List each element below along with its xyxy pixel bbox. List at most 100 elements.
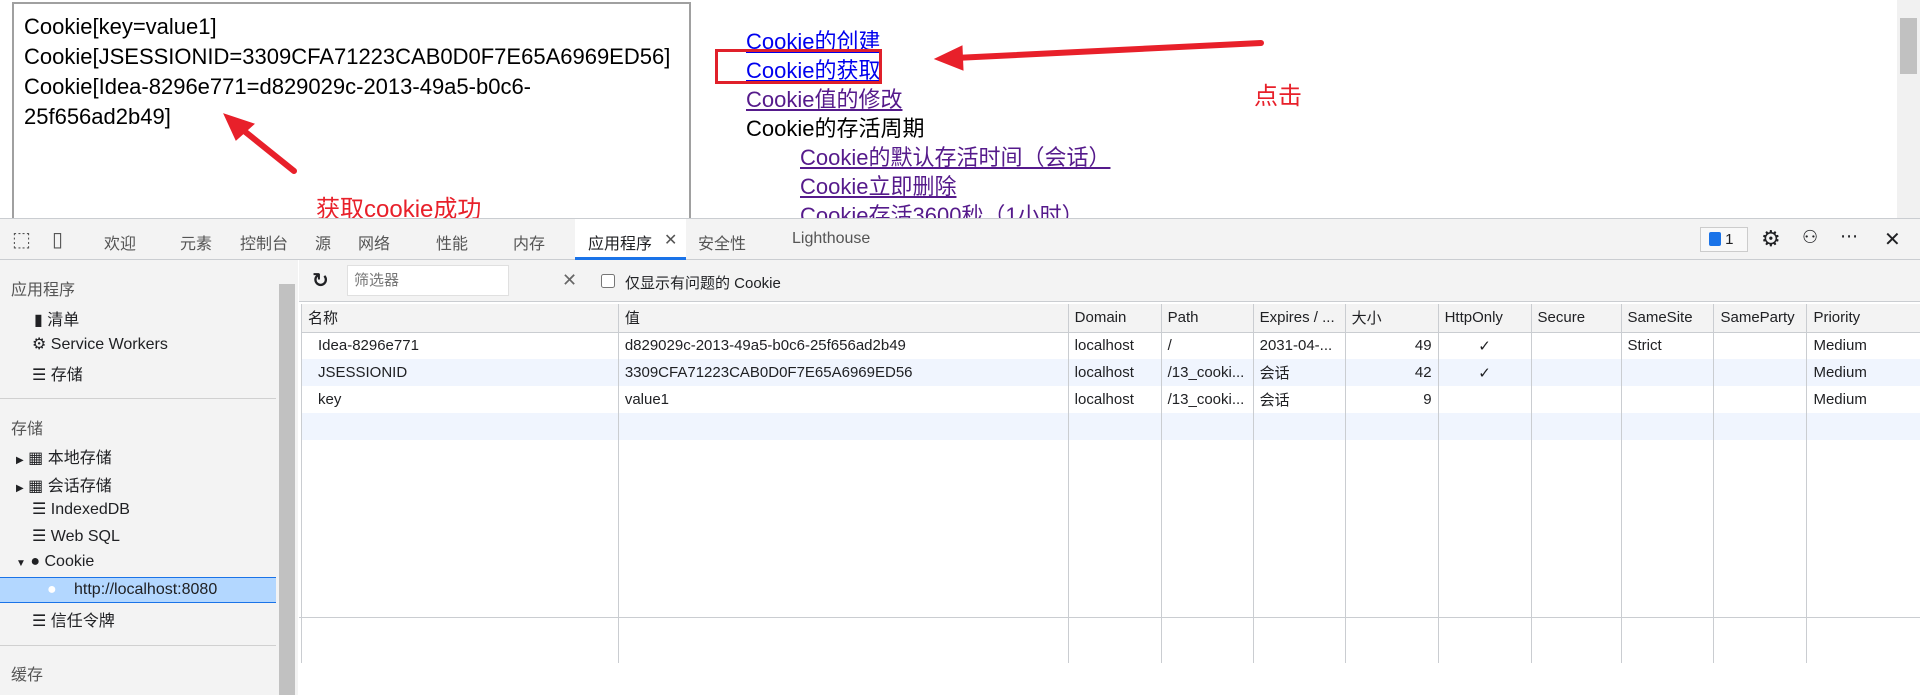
close-tab-icon[interactable]: ✕ [664, 230, 677, 250]
sidebar-item-manifest[interactable]: ▮ 清单 [34, 306, 79, 330]
section-header-application: 应用程序 [11, 282, 76, 299]
cookie-toolbar: ↻ ✕ 仅显示有问题的 Cookie [299, 260, 1920, 302]
table-grid-icon: ▦ [28, 478, 44, 495]
tab-lighthouse[interactable]: Lighthouse [792, 230, 870, 248]
column-header[interactable]: Priority [1806, 304, 1920, 333]
page-scrollbar-thumb[interactable] [1900, 18, 1917, 74]
table-cell [1530, 413, 1621, 440]
database-icon: ☰ [32, 613, 47, 630]
empty-row [301, 440, 1920, 663]
sidebar-item-indexeddb[interactable]: ☰ IndexedDB [32, 499, 130, 519]
table-cell: key [301, 386, 619, 413]
table-cell: d829029c-2013-49a5-b0c6-25f656ad2b49 [617, 332, 1069, 359]
table-header: 名称值 Domain Path Expires / ... 大小 HttpOnly Secu… [301, 304, 1920, 333]
tab-sources[interactable]: 源 [315, 230, 331, 254]
gear-icon: ⚙ [32, 336, 47, 353]
issues-icon [1709, 232, 1721, 246]
annotation-arrows [223, 40, 1264, 174]
table-cell [1344, 440, 1439, 663]
column-header[interactable]: HttpOnly [1437, 304, 1532, 333]
column-header[interactable]: 值 [617, 304, 1069, 333]
table-cell: / [1160, 332, 1254, 359]
sidebar-item-local-storage[interactable]: ▶ ▦ 本地存储 [16, 444, 112, 468]
column-header[interactable]: SameSite [1620, 304, 1714, 333]
tab-performance[interactable]: 性能 [436, 230, 468, 254]
table-cell [1437, 386, 1532, 413]
table-cell: /13_cooki... [1160, 386, 1254, 413]
sidebar-item-websql[interactable]: ☰ Web SQL [32, 526, 120, 546]
section-header-cache: 缓存 [11, 667, 44, 684]
issues-button[interactable]: 1 [1700, 227, 1748, 252]
table-cell [1530, 332, 1621, 359]
tab-network[interactable]: 网络 [358, 230, 390, 254]
arrow-icon [235, 123, 297, 174]
table-cell [1160, 413, 1254, 440]
refresh-icon[interactable]: ↻ [312, 268, 329, 293]
close-devtools-icon[interactable]: ✕ [1884, 227, 1901, 252]
table-cell [1437, 440, 1532, 663]
column-header[interactable]: SameParty [1713, 304, 1807, 333]
tab-welcome[interactable]: 欢迎 [104, 230, 136, 254]
table-cell: Medium [1806, 359, 1920, 386]
only-issues-label: 仅显示有问题的 Cookie [625, 275, 781, 292]
table-cell [617, 413, 1069, 440]
table-cell [1530, 359, 1621, 386]
device-toolbar-icon[interactable]: ▯ [52, 227, 63, 252]
table-cell: 2031-04-... [1252, 332, 1346, 359]
table-cell [1713, 413, 1807, 440]
tab-elements[interactable]: 元素 [180, 230, 212, 254]
table-row[interactable]: key value1 localhost/13_cooki... 会话 9 Medium [301, 386, 1920, 413]
table-cell [1067, 413, 1162, 440]
issues-count: 1 [1725, 231, 1734, 248]
sidebar-item-label: http://localhost:8080 [74, 581, 218, 598]
table-cell [1437, 413, 1532, 440]
tab-application[interactable]: 应用程序 [588, 230, 652, 254]
cookie-panel: ↻ ✕ 仅显示有问题的 Cookie 名称值DomainPathExpires … [299, 260, 1920, 695]
table-cell [617, 440, 1069, 663]
table-cell: 会话 [1252, 359, 1346, 386]
application-sidebar: 应用程序 ▮ 清单 ⚙ Service Workers ☰ 存储 存储 ▶ ▦ … [0, 260, 298, 695]
more-options-icon[interactable]: ⋯ [1840, 226, 1858, 247]
sidebar-item-label: Web SQL [50, 528, 120, 545]
sidebar-item-label: Cookie [44, 553, 95, 570]
cookie-icon: ● [47, 581, 57, 598]
tab-console[interactable]: 控制台 [240, 230, 288, 254]
sidebar-scrollbar-thumb[interactable] [279, 284, 295, 695]
customize-icon[interactable]: ⚇ [1802, 227, 1818, 248]
sidebar-item-cookie[interactable]: ▼ ● Cookie [16, 553, 94, 571]
arrowhead-icon [933, 45, 964, 71]
table-row[interactable]: Idea-8296e771 d829029c-2013-49a5-b0c6-25f… [301, 332, 1920, 359]
only-issues-checkbox[interactable] [601, 274, 615, 288]
inspect-icon[interactable]: ⬚ [12, 227, 31, 252]
column-header[interactable]: Path [1160, 304, 1254, 333]
column-header[interactable]: Domain [1067, 304, 1162, 333]
sidebar-item-cookie-origin[interactable]: ● http://localhost:8080 [0, 577, 276, 603]
sidebar-item-session-storage[interactable]: ▶ ▦ 会话存储 [16, 472, 112, 496]
tab-security[interactable]: 安全性 [698, 230, 746, 254]
tab-memory[interactable]: 内存 [513, 230, 545, 254]
sidebar-item-service-workers[interactable]: ⚙ Service Workers [32, 334, 168, 354]
column-header[interactable]: Expires / ... [1252, 304, 1346, 333]
clear-all-icon[interactable]: ✕ [562, 270, 577, 291]
database-icon: ☰ [32, 528, 47, 545]
column-header[interactable]: Secure [1530, 304, 1621, 333]
sidebar-item-storage[interactable]: ☰ 存储 [32, 361, 83, 385]
file-icon: ▮ [34, 312, 43, 329]
sidebar-item-label: 信任令牌 [50, 613, 115, 630]
filter-input[interactable] [347, 265, 509, 296]
table-cell: 9 [1344, 386, 1439, 413]
sidebar-item-trust-tokens[interactable]: ☰ 信任令牌 [32, 607, 115, 631]
table-cell [1713, 440, 1807, 663]
cookie-table: 名称值 Domain Path Expires / ... 大小 HttpOnly Secu… [301, 304, 1920, 663]
table-cell: localhost [1067, 386, 1162, 413]
table-row[interactable]: JSESSIONID 3309CFA71223CAB0D0F7E65A6969ED… [301, 359, 1920, 386]
sidebar-item-label: 本地存储 [47, 450, 112, 467]
table-cell [1620, 440, 1714, 663]
table-cell [1713, 359, 1807, 386]
devtools-tabbar: ⬚ ▯ 欢迎 元素 控制台 源 网络 性能 内存 应用程序 ✕ 安全性 Ligh… [0, 218, 1920, 260]
table-cell: localhost [1067, 332, 1162, 359]
column-header[interactable]: 大小 [1344, 304, 1439, 333]
column-header[interactable]: 名称 [301, 304, 619, 333]
divider [0, 645, 276, 646]
settings-gear-icon[interactable]: ⚙ [1761, 226, 1781, 252]
